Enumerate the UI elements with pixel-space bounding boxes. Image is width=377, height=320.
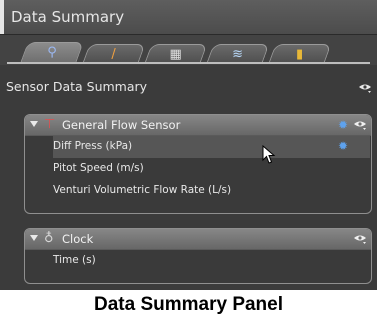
tab-bar-graph[interactable]: ▮ (268, 44, 332, 63)
title-bar[interactable]: Data Summary (0, 0, 377, 35)
tab-pencil[interactable]: / (82, 44, 146, 63)
figure-caption: Data Summary Panel (93, 294, 284, 315)
eye-icon[interactable] (353, 234, 367, 244)
tab-baseline (7, 62, 370, 64)
tab-strip: ⚲ / ▦ ≋ ▮ (0, 35, 377, 65)
bar-graph-icon: ▮ (296, 47, 304, 62)
collapse-triangle-icon[interactable] (30, 235, 38, 241)
group-name: General Flow Sensor (62, 118, 181, 132)
collapse-triangle-icon[interactable] (30, 121, 38, 127)
group-header-general-flow-sensor[interactable]: ⊤ General Flow Sensor ✹ (25, 115, 371, 136)
window-title: Data Summary (11, 8, 125, 26)
calculator-icon: ▦ (169, 47, 182, 62)
gear-icon[interactable]: ✹ (338, 139, 348, 153)
item-label: Time (s) (53, 254, 96, 266)
gear-icon[interactable]: ✹ (338, 118, 348, 132)
stopwatch-icon: ♁ (44, 231, 54, 246)
section-header: Sensor Data Summary (0, 75, 377, 99)
item-label: Venturi Volumetric Flow Rate (L/s) (53, 184, 232, 196)
group-name: Clock (62, 232, 94, 246)
eye-icon[interactable] (353, 120, 367, 130)
item-label: Pitot Speed (m/s) (53, 162, 144, 174)
title-bar-edge (0, 0, 4, 34)
group-general-flow-sensor: ⊤ General Flow Sensor ✹ Diff Press (kPa)… (24, 114, 372, 214)
group-clock: ♁ Clock Time (s) (24, 228, 372, 284)
list-item[interactable]: Diff Press (kPa) ✹ (53, 136, 370, 158)
tab-calculator[interactable]: ▦ (144, 44, 208, 63)
data-summary-panel: Data Summary ⚲ / ▦ ≋ ▮ Sensor Data Summa… (0, 0, 377, 290)
list-item[interactable]: Time (s) (25, 250, 371, 272)
tab-beaker[interactable]: ≋ (206, 44, 270, 63)
beaker-icon: ≋ (232, 47, 244, 62)
list-item[interactable]: Venturi Volumetric Flow Rate (L/s) (25, 180, 371, 202)
item-label: Diff Press (kPa) (53, 140, 133, 152)
group-header-clock[interactable]: ♁ Clock (25, 229, 371, 250)
probe-icon: ⚲ (47, 45, 57, 60)
tab-probe[interactable]: ⚲ (20, 42, 84, 63)
section-title: Sensor Data Summary (6, 79, 148, 94)
flow-sensor-icon: ⊤ (44, 117, 56, 132)
eye-icon[interactable] (358, 83, 372, 93)
list-item[interactable]: Pitot Speed (m/s) (25, 158, 371, 180)
mouse-pointer-icon (262, 144, 276, 169)
pencil-icon: / (111, 47, 116, 62)
